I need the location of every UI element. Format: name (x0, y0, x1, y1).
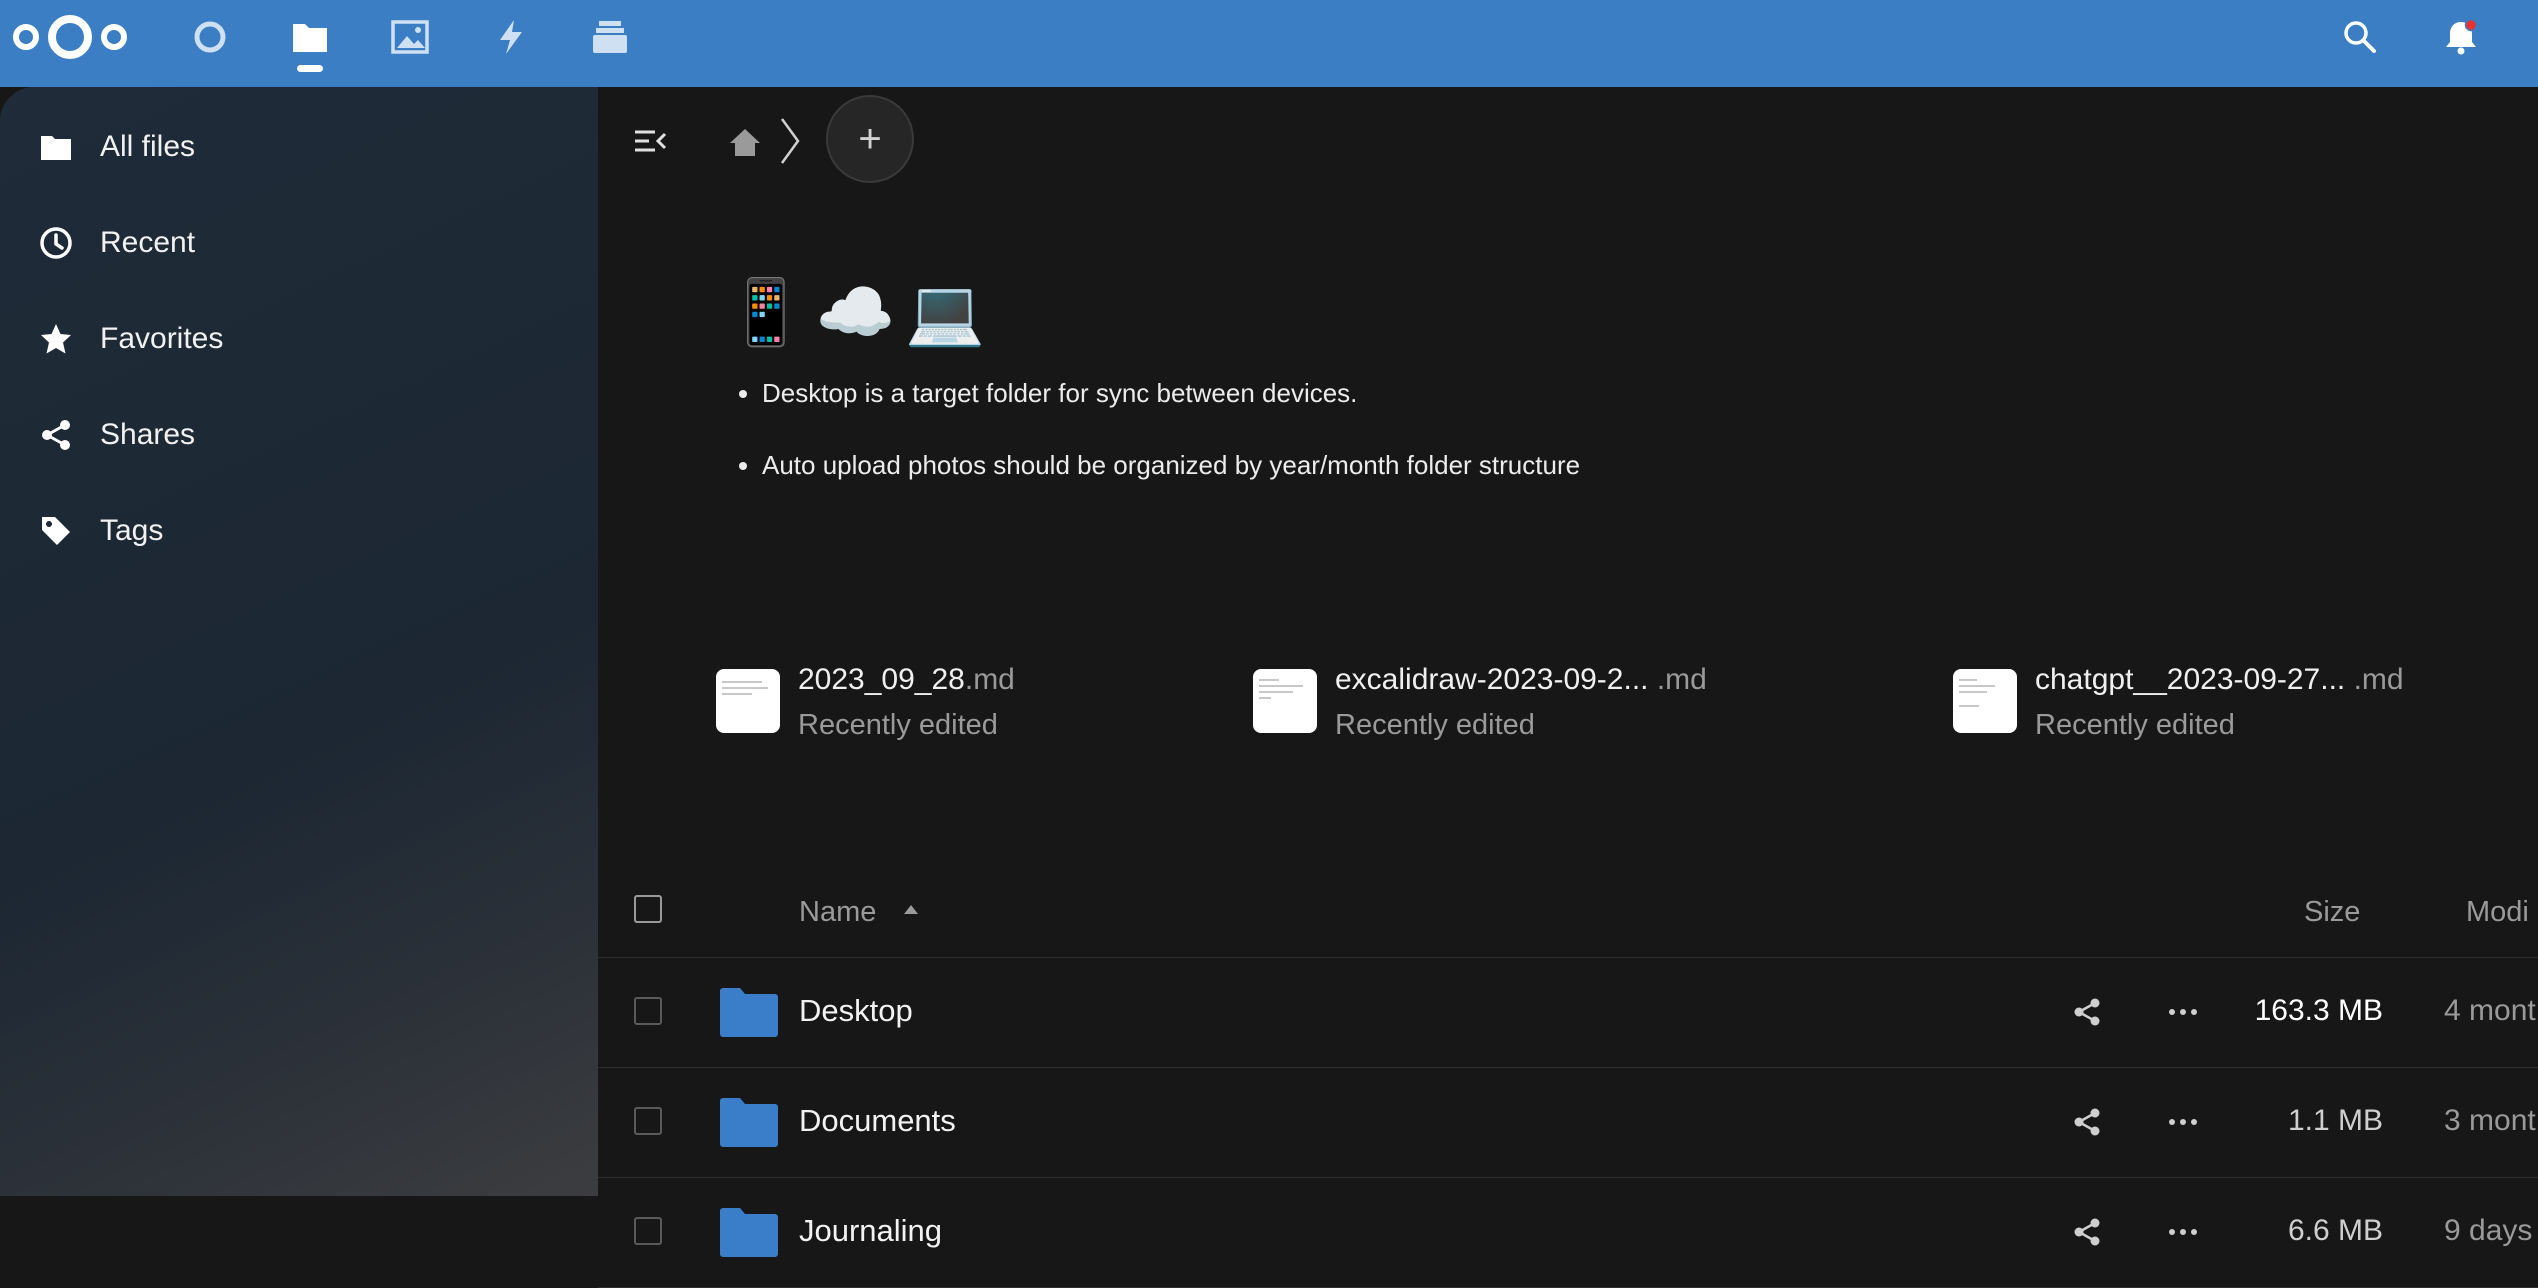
phone-emoji: 📱 (726, 276, 806, 348)
recent-file-name: 2023_09_28.md (798, 663, 1015, 696)
tag-icon (36, 511, 76, 551)
recent-file-card[interactable]: chatgpt__2023-09-27... .md Recently edit… (1953, 653, 2523, 741)
file-name[interactable]: Desktop (799, 993, 913, 1029)
column-header-modified[interactable]: Modi (2466, 896, 2529, 929)
readme-bullet: Desktop is a target folder for sync betw… (762, 377, 1580, 409)
files-app-icon[interactable] (287, 14, 333, 60)
recent-file-subtitle: Recently edited (2035, 709, 2235, 741)
select-all-checkbox[interactable] (634, 895, 662, 923)
table-row[interactable]: Journaling 6.6 MB 9 days (598, 1177, 2538, 1288)
recent-file-subtitle: Recently edited (798, 709, 998, 741)
files-table-header: Name Size Modi (598, 847, 2538, 958)
file-thumbnail (716, 669, 780, 733)
column-header-name[interactable]: Name (799, 896, 876, 929)
file-modified: 4 mont (2444, 994, 2536, 1027)
recent-file-card[interactable]: 2023_09_28.md Recently edited (716, 653, 1136, 741)
row-checkbox[interactable] (634, 1107, 662, 1135)
folder-icon (720, 987, 778, 1037)
more-actions-icon[interactable] (2164, 1215, 2202, 1249)
file-name[interactable]: Documents (799, 1103, 956, 1139)
file-size: 1.1 MB (2287, 1104, 2383, 1137)
share-icon[interactable] (2070, 1215, 2104, 1249)
home-icon[interactable] (724, 121, 766, 163)
recent-file-name: excalidraw-2023-09-2... .md (1335, 663, 1707, 696)
file-thumbnail (1953, 669, 2017, 733)
nextcloud-logo[interactable] (8, 12, 132, 62)
row-checkbox[interactable] (634, 997, 662, 1025)
sidebar-item-label: All files (100, 130, 196, 163)
recent-file-name: chatgpt__2023-09-27... .md (2035, 663, 2404, 696)
table-row[interactable]: Desktop 163.3 MB 4 mont (598, 957, 2538, 1068)
bell-icon[interactable] (2438, 14, 2484, 60)
recent-file-card[interactable]: excalidraw-2023-09-2... .md Recently edi… (1253, 653, 1853, 741)
folder-icon (36, 127, 76, 167)
new-button[interactable]: + (826, 95, 914, 183)
folder-icon (720, 1207, 778, 1257)
file-modified: 9 days (2444, 1214, 2533, 1247)
dashboard-app-icon[interactable] (187, 14, 233, 60)
active-app-indicator (297, 65, 323, 72)
toggle-sidebar-button[interactable] (630, 121, 670, 161)
share-icon[interactable] (2070, 995, 2104, 1029)
sidebar-item-tags[interactable]: Tags (0, 483, 598, 579)
recent-file-subtitle: Recently edited (1335, 709, 1535, 741)
share-icon[interactable] (2070, 1105, 2104, 1139)
more-actions-icon[interactable] (2164, 1105, 2202, 1139)
files-main-content: + 📱 ☁️ 💻 Desktop is a target folder for … (598, 87, 2538, 1288)
deck-app-icon[interactable] (587, 14, 633, 60)
sidebar-item-label: Favorites (100, 322, 224, 355)
file-size: 163.3 MB (2254, 994, 2383, 1027)
activity-app-icon[interactable] (488, 14, 534, 60)
table-row[interactable]: Documents 1.1 MB 3 mont (598, 1067, 2538, 1178)
sort-ascending-icon (904, 905, 918, 914)
photos-app-icon[interactable] (387, 14, 433, 60)
sidebar-item-label: Shares (100, 418, 196, 451)
row-checkbox[interactable] (634, 1217, 662, 1245)
readme-content: Desktop is a target folder for sync betw… (726, 377, 1580, 521)
sidebar-item-recent[interactable]: Recent (0, 195, 598, 291)
navigation-sidebar: All files Recent Favorites Shares Tags (0, 87, 598, 1196)
chevron-right-icon (778, 115, 802, 167)
search-icon[interactable] (2337, 14, 2383, 60)
column-header-size[interactable]: Size (2304, 896, 2360, 929)
file-thumbnail (1253, 669, 1317, 733)
sidebar-item-label: Tags (100, 514, 164, 547)
star-icon (36, 319, 76, 359)
folder-icon (720, 1097, 778, 1147)
readme-bullet: Auto upload photos should be organized b… (762, 449, 1580, 481)
file-size: 6.6 MB (2287, 1214, 2383, 1247)
file-name[interactable]: Journaling (799, 1213, 942, 1249)
sidebar-item-all-files[interactable]: All files (0, 99, 598, 195)
more-actions-icon[interactable] (2164, 995, 2202, 1029)
laptop-emoji: 💻 (905, 276, 986, 348)
sidebar-item-shares[interactable]: Shares (0, 387, 598, 483)
sidebar-item-favorites[interactable]: Favorites (0, 291, 598, 387)
file-modified: 3 mont (2444, 1104, 2536, 1137)
cloud-emoji: ☁️ (815, 276, 896, 348)
sidebar-item-label: Recent (100, 226, 196, 259)
top-header (0, 0, 2538, 87)
clock-icon (36, 223, 76, 263)
readme-emoji-row: 📱 ☁️ 💻 (726, 275, 985, 355)
plus-icon: + (858, 116, 882, 161)
share-icon (36, 415, 76, 455)
